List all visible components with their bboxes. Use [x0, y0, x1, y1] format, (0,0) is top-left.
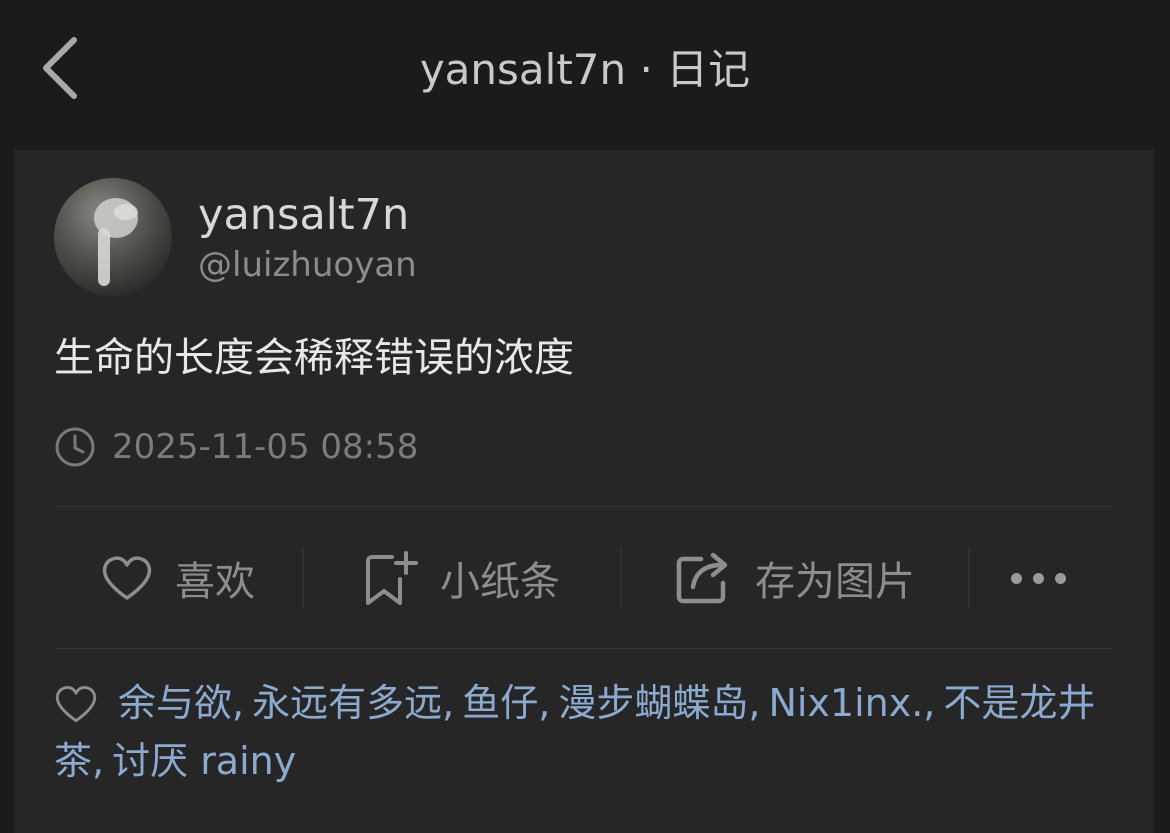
- save-image-button[interactable]: 存为图片: [622, 520, 968, 636]
- more-button[interactable]: [970, 520, 1106, 636]
- list-separator: ,: [538, 681, 551, 725]
- liked-by-user[interactable]: 鱼仔: [462, 681, 538, 725]
- list-separator: ,: [748, 681, 761, 725]
- liked-by-user[interactable]: 余与欲: [118, 681, 232, 725]
- avatar-image: [94, 198, 138, 286]
- liked-by-user[interactable]: 永远有多远: [252, 681, 442, 725]
- author-handle[interactable]: @luizhuoyan: [198, 242, 417, 288]
- list-separator: ,: [92, 739, 105, 783]
- post-card: yansalt7n @luizhuoyan 生命的长度会稀释错误的浓度 2025…: [14, 150, 1154, 833]
- liked-by-list: 余与欲, 永远有多远, 鱼仔, 漫步蝴蝶岛, Nix1inx., 不是龙井茶, 讨厌 rai…: [54, 674, 1114, 790]
- more-dots-icon: [1054, 572, 1066, 584]
- more-dots-icon: [1032, 572, 1044, 584]
- list-separator: ,: [232, 681, 245, 725]
- post-timestamp: 2025-11-05 08:58: [112, 427, 419, 467]
- share-out-icon: [676, 552, 728, 604]
- divider-bottom: [54, 648, 1114, 649]
- liked-by-user[interactable]: Nix1inx.: [768, 681, 923, 725]
- avatar[interactable]: [54, 178, 172, 296]
- divider-top: [54, 506, 1114, 507]
- bookmark-plus-icon: [366, 551, 418, 605]
- clock-icon: [55, 427, 95, 467]
- nav-header: yansalt7n · 日记: [0, 0, 1170, 138]
- post-content: 生命的长度会稀释错误的浓度: [54, 335, 574, 381]
- page-title: yansalt7n · 日记: [419, 45, 751, 94]
- note-label: 小纸条: [440, 559, 560, 605]
- list-separator: ,: [923, 681, 936, 725]
- liked-by-user[interactable]: 漫步蝴蝶岛: [558, 681, 748, 725]
- note-button[interactable]: 小纸条: [304, 520, 620, 636]
- save-image-label: 存为图片: [755, 559, 915, 605]
- action-bar: 喜欢 小纸条 存为图片: [54, 520, 1114, 636]
- like-label: 喜欢: [175, 559, 255, 605]
- liked-by-user[interactable]: 讨厌 rainy: [112, 739, 296, 783]
- author-name[interactable]: yansalt7n: [198, 188, 409, 242]
- heart-outline-icon: [102, 556, 152, 600]
- heart-outline-icon: [55, 686, 97, 723]
- more-dots-icon: [1010, 572, 1022, 584]
- timestamp-row: 2025-11-05 08:58: [54, 424, 418, 470]
- diary-screen: yansalt7n · 日记 yansalt7n @luizhuoyan 生命的…: [0, 0, 1170, 833]
- list-separator: ,: [442, 681, 455, 725]
- like-button[interactable]: 喜欢: [54, 520, 302, 636]
